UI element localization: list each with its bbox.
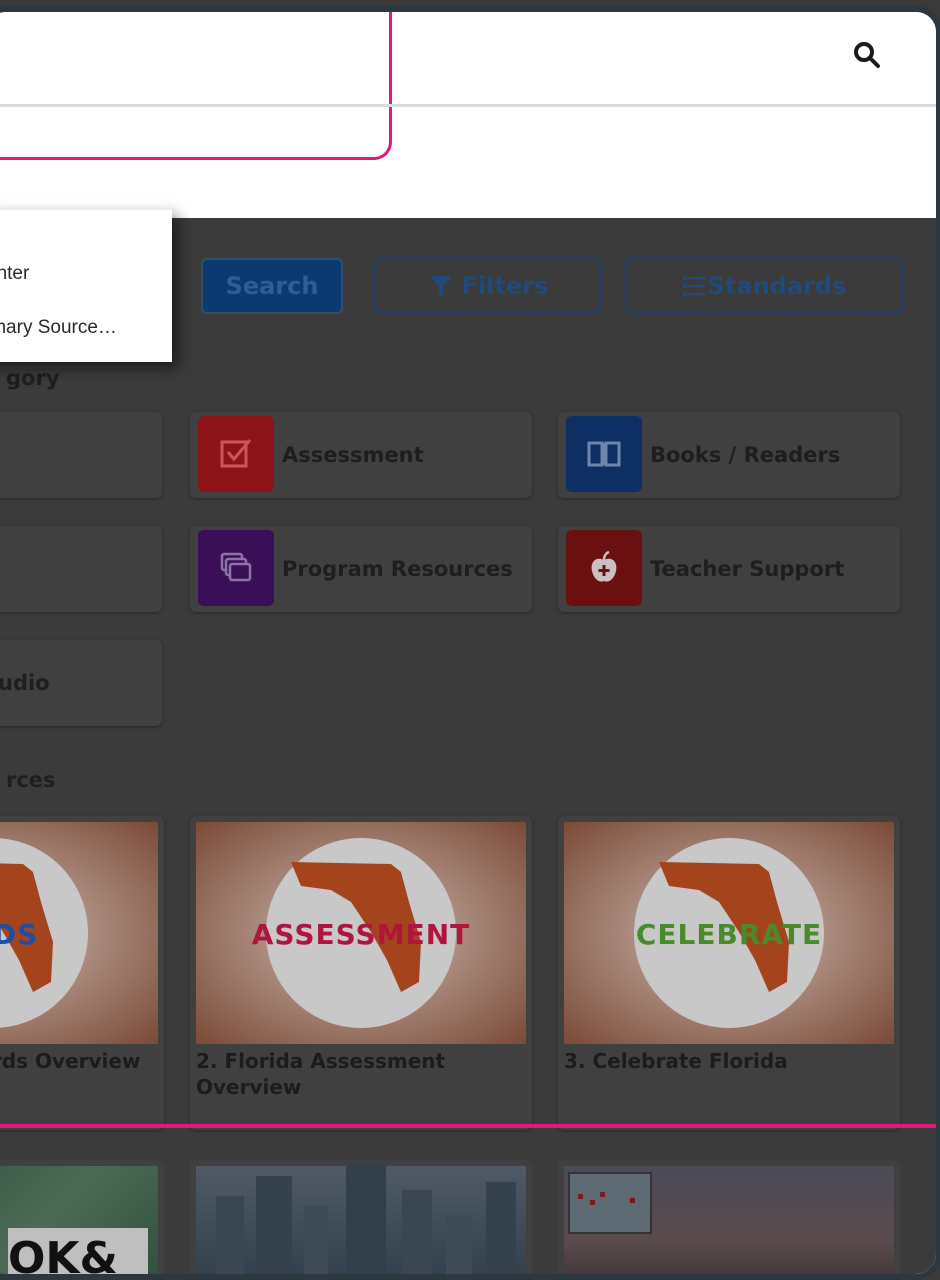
resource-card[interactable]: ASSESSMENT 2. Florida Assessment Overvie… [190, 816, 532, 1130]
category-label: Teacher Support [650, 557, 845, 581]
dropdown-item-label: enter [0, 263, 30, 284]
checkbox-icon [198, 416, 274, 492]
resource-card[interactable]: CELEBRATE 3. Celebrate Florida [558, 816, 900, 1130]
category-label: Program Resources [282, 557, 513, 581]
dropdown-item-label: imary Source… [0, 317, 117, 338]
resource-word: ARDS [0, 918, 39, 951]
resource-card[interactable] [190, 1160, 532, 1274]
category-label: Books / Readers [650, 443, 841, 467]
search-underline [0, 104, 936, 107]
category-card[interactable]: s [0, 412, 162, 498]
resource-thumbnail [196, 1166, 526, 1274]
category-program-resources[interactable]: Program Resources [190, 526, 532, 612]
category-card[interactable] [0, 526, 162, 612]
category-card[interactable]: udio [0, 640, 162, 726]
search-button-label: Search [225, 272, 319, 300]
highlight-box [0, 12, 392, 160]
resource-title: 3. Celebrate Florida [564, 1049, 788, 1073]
resource-thumbnail: ARDS [0, 822, 158, 1044]
search-icon[interactable] [852, 40, 882, 70]
resource-title: 2. Florida Assessment Overview [196, 1049, 446, 1099]
resource-thumbnail: ASSESSMENT [196, 822, 526, 1044]
filters-button-label: Filters [461, 272, 549, 300]
category-heading: gory [6, 366, 60, 390]
standards-button-label: Standards [707, 272, 847, 300]
main-content: Search Filters Standards gory s [0, 218, 936, 1274]
category-label: udio [0, 671, 50, 695]
resource-thumbnail [564, 1166, 894, 1274]
category-teacher-support[interactable]: Teacher Support [558, 526, 900, 612]
layers-icon [198, 530, 274, 606]
category-label: Assessment [282, 443, 424, 467]
resource-card[interactable] [558, 1160, 900, 1274]
map-thumbnail [568, 1172, 652, 1234]
filters-button[interactable]: Filters [374, 258, 602, 314]
book-icon [566, 416, 642, 492]
category-books-readers[interactable]: Books / Readers [558, 412, 900, 498]
resource-card[interactable]: OK& [0, 1160, 164, 1274]
search-button[interactable]: Search [201, 258, 343, 314]
header [0, 12, 936, 218]
filter-icon [429, 276, 452, 296]
resource-thumbnail: CELEBRATE [564, 822, 894, 1044]
resource-title: rds Overview [0, 1049, 141, 1073]
resource-word: CELEBRATE [635, 918, 823, 951]
dropdown-item[interactable]: enter [0, 250, 172, 298]
resource-word: OK& [8, 1228, 148, 1274]
city-skyline-image [216, 1166, 516, 1274]
apple-icon [566, 530, 642, 606]
dropdown-item[interactable]: imary Source… [0, 304, 172, 352]
standards-button[interactable]: Standards [625, 258, 903, 314]
list-icon [682, 276, 705, 296]
resource-word: ASSESSMENT [251, 918, 471, 951]
app-window: Search Filters Standards gory s [0, 6, 940, 1280]
highlight-line [0, 1124, 936, 1128]
resource-card[interactable]: ARDS rds Overview [0, 816, 164, 1130]
autocomplete-dropdown: enter imary Source… [0, 210, 172, 362]
category-assessment[interactable]: Assessment [190, 412, 532, 498]
resources-heading: rces [6, 768, 56, 792]
